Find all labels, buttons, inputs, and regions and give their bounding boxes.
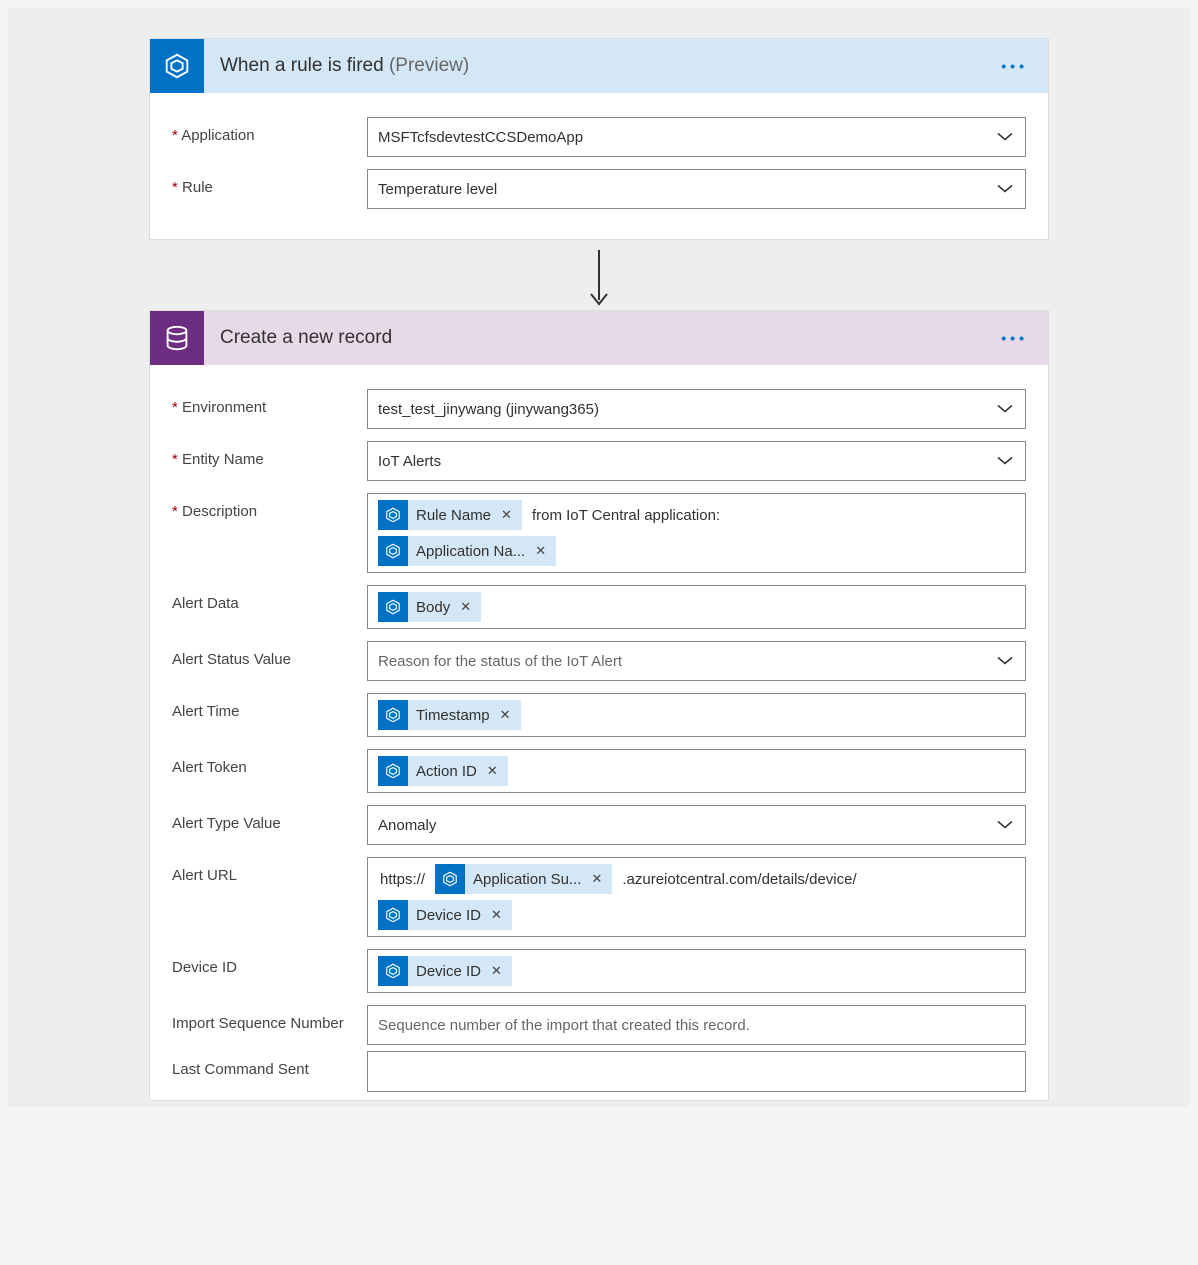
token-remove-icon[interactable]: ✕ bbox=[497, 507, 516, 523]
environment-value: test_test_jinywang (jinywang365) bbox=[378, 401, 599, 418]
rule-label: Rule bbox=[172, 169, 367, 196]
alert-status-label: Alert Status Value bbox=[172, 641, 367, 668]
alert-token-input[interactable]: Action ID ✕ bbox=[367, 749, 1026, 793]
environment-label: Environment bbox=[172, 389, 367, 416]
alert-status-placeholder: Reason for the status of the IoT Alert bbox=[378, 653, 622, 670]
token-label: Timestamp bbox=[416, 707, 490, 724]
iot-central-icon bbox=[378, 956, 408, 986]
alert-status-select[interactable]: Reason for the status of the IoT Alert bbox=[367, 641, 1026, 681]
dynamic-token[interactable]: Device ID ✕ bbox=[378, 956, 512, 986]
alert-time-input[interactable]: Timestamp ✕ bbox=[367, 693, 1026, 737]
alert-data-input[interactable]: Body ✕ bbox=[367, 585, 1026, 629]
alert-type-value: Anomaly bbox=[378, 817, 436, 834]
import-seq-label: Import Sequence Number bbox=[172, 1005, 367, 1032]
chevron-down-icon bbox=[997, 653, 1013, 670]
inline-text: from IoT Central application: bbox=[532, 507, 720, 524]
token-remove-icon[interactable]: ✕ bbox=[456, 599, 475, 615]
last-cmd-field[interactable] bbox=[378, 1055, 985, 1088]
import-seq-input[interactable]: Sequence number of the import that creat… bbox=[367, 1005, 1026, 1045]
action-card: Create a new record ••• Environment test… bbox=[149, 310, 1049, 1101]
token-label: Application Su... bbox=[473, 871, 581, 888]
trigger-menu-icon[interactable]: ••• bbox=[1001, 58, 1028, 74]
dynamic-token[interactable]: Application Na... ✕ bbox=[378, 536, 556, 566]
last-cmd-label: Last Command Sent bbox=[172, 1051, 367, 1078]
token-label: Device ID bbox=[416, 963, 481, 980]
dynamic-token[interactable]: Timestamp ✕ bbox=[378, 700, 521, 730]
token-remove-icon[interactable]: ✕ bbox=[483, 763, 502, 779]
alert-time-label: Alert Time bbox=[172, 693, 367, 720]
action-title: Create a new record bbox=[204, 327, 392, 349]
action-header[interactable]: Create a new record ••• bbox=[150, 311, 1048, 365]
token-label: Body bbox=[416, 599, 450, 616]
iot-central-icon bbox=[378, 700, 408, 730]
import-seq-placeholder: Sequence number of the import that creat… bbox=[378, 1017, 750, 1034]
token-label: Application Na... bbox=[416, 543, 525, 560]
application-label: Application bbox=[172, 117, 367, 144]
iot-central-icon bbox=[378, 536, 408, 566]
environment-select[interactable]: test_test_jinywang (jinywang365) bbox=[367, 389, 1026, 429]
trigger-header[interactable]: When a rule is fired (Preview) ••• bbox=[150, 39, 1048, 93]
chevron-down-icon bbox=[997, 129, 1013, 146]
chevron-down-icon bbox=[997, 401, 1013, 418]
alert-type-label: Alert Type Value bbox=[172, 805, 367, 832]
dynamic-token[interactable]: Action ID ✕ bbox=[378, 756, 508, 786]
dynamic-token[interactable]: Rule Name ✕ bbox=[378, 500, 522, 530]
entity-name-label: Entity Name bbox=[172, 441, 367, 468]
alert-token-label: Alert Token bbox=[172, 749, 367, 776]
iot-central-icon bbox=[150, 39, 204, 93]
rule-select[interactable]: Temperature level bbox=[367, 169, 1026, 209]
application-select[interactable]: MSFTcfsdevtestCCSDemoApp bbox=[367, 117, 1026, 157]
dynamic-token[interactable]: Device ID ✕ bbox=[378, 900, 512, 930]
rule-value: Temperature level bbox=[378, 181, 497, 198]
device-id-label: Device ID bbox=[172, 949, 367, 976]
application-value: MSFTcfsdevtestCCSDemoApp bbox=[378, 129, 583, 146]
token-remove-icon[interactable]: ✕ bbox=[487, 963, 506, 979]
iot-central-icon bbox=[378, 500, 408, 530]
token-remove-icon[interactable]: ✕ bbox=[587, 871, 606, 887]
action-menu-icon[interactable]: ••• bbox=[1001, 330, 1028, 346]
trigger-title: When a rule is fired (Preview) bbox=[204, 55, 469, 77]
token-remove-icon[interactable]: ✕ bbox=[531, 543, 550, 559]
alert-url-input[interactable]: https:// Application Su... ✕ .azureiotcentr… bbox=[367, 857, 1026, 937]
iot-central-icon bbox=[435, 864, 465, 894]
iot-central-icon bbox=[378, 756, 408, 786]
description-input[interactable]: Rule Name ✕ from IoT Central application: A… bbox=[367, 493, 1026, 573]
token-remove-icon[interactable]: ✕ bbox=[496, 707, 515, 723]
flow-arrow bbox=[8, 240, 1190, 310]
entity-name-value: IoT Alerts bbox=[378, 453, 441, 470]
alert-type-select[interactable]: Anomaly bbox=[367, 805, 1026, 845]
token-label: Action ID bbox=[416, 763, 477, 780]
iot-central-icon bbox=[378, 900, 408, 930]
chevron-down-icon bbox=[997, 453, 1013, 470]
chevron-down-icon bbox=[997, 817, 1013, 834]
token-label: Rule Name bbox=[416, 507, 491, 524]
chevron-down-icon bbox=[997, 181, 1013, 198]
description-label: Description bbox=[172, 493, 367, 520]
device-id-input[interactable]: Device ID ✕ bbox=[367, 949, 1026, 993]
token-remove-icon[interactable]: ✕ bbox=[487, 907, 506, 923]
database-icon bbox=[150, 311, 204, 365]
alert-data-label: Alert Data bbox=[172, 585, 367, 612]
inline-text: .azureiotcentral.com/details/device/ bbox=[622, 871, 856, 888]
alert-url-label: Alert URL bbox=[172, 857, 367, 884]
trigger-card: When a rule is fired (Preview) ••• Appli… bbox=[149, 38, 1049, 240]
last-cmd-input[interactable] bbox=[367, 1051, 1026, 1092]
inline-text: https:// bbox=[380, 871, 425, 888]
entity-name-select[interactable]: IoT Alerts bbox=[367, 441, 1026, 481]
token-label: Device ID bbox=[416, 907, 481, 924]
dynamic-token[interactable]: Body ✕ bbox=[378, 592, 481, 622]
iot-central-icon bbox=[378, 592, 408, 622]
dynamic-token[interactable]: Application Su... ✕ bbox=[435, 864, 612, 894]
